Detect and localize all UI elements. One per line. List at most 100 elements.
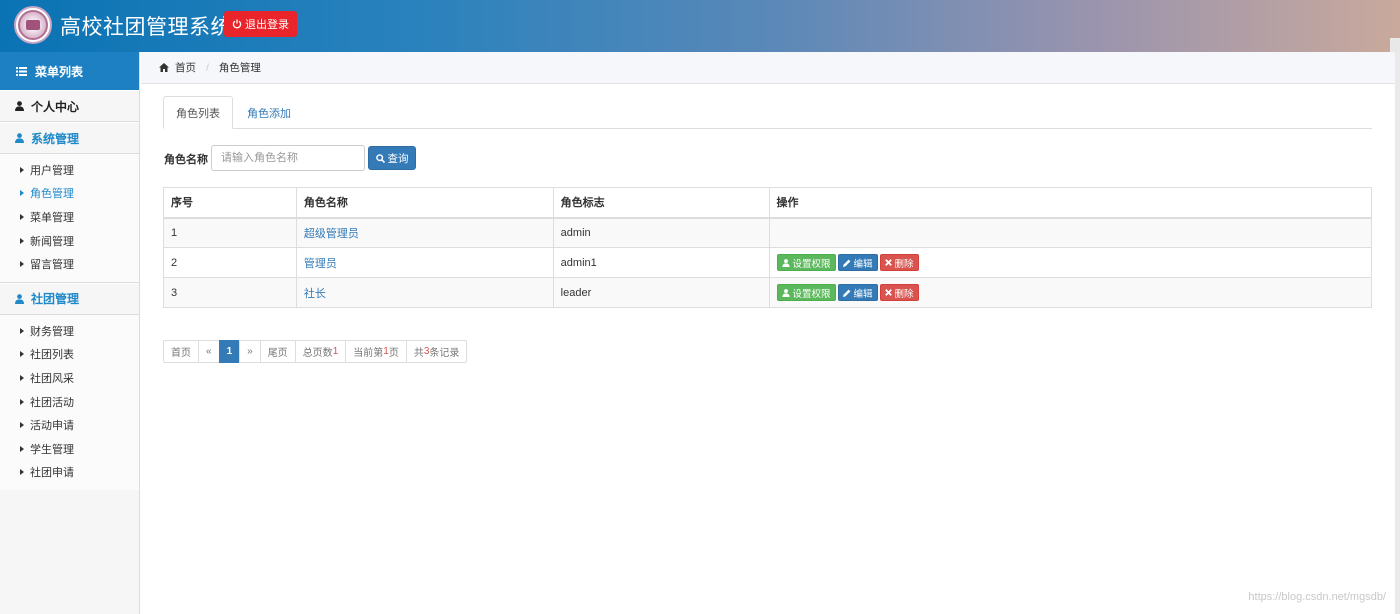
search-button-label: 查询 <box>387 152 409 165</box>
sidebar-heading: 菜单列表 <box>0 52 139 90</box>
sidebar-section-system[interactable]: 系统管理 <box>0 122 139 154</box>
user-icon <box>15 133 24 143</box>
user-icon <box>781 288 790 297</box>
breadcrumb-home[interactable]: 首页 <box>175 60 196 75</box>
sidebar-item-personal-center[interactable]: 个人中心 <box>0 90 139 122</box>
search-icon <box>375 153 385 163</box>
search-label: 角色名称 <box>164 154 208 166</box>
total-records-suffix: 条记录 <box>429 348 460 359</box>
sidebar-item-club-list[interactable]: 社团列表 <box>0 343 139 367</box>
edit-button[interactable]: 编辑 <box>837 284 878 301</box>
sidebar-item-label: 活动申请 <box>30 420 74 433</box>
close-icon <box>884 289 892 296</box>
pagination: 首页 « 1 » 尾页 总页数 1 当前第 1 页 共 3 条记录 <box>163 340 468 363</box>
sidebar-item-activity-apply[interactable]: 活动申请 <box>0 413 139 437</box>
school-logo <box>14 6 52 44</box>
sidebar: 菜单列表 个人中心 系统管理 用户管理 角色管理 菜单管理 新闻管理 留言管理 … <box>0 52 140 614</box>
column-header-role-flag: 角色标志 <box>552 187 770 219</box>
table-row: 3 社长 leader 设置权限 编辑 删除 <box>163 277 1373 308</box>
sidebar-item-club-apply[interactable]: 社团申请 <box>0 461 139 485</box>
cell-role-name: 超级管理员 <box>295 217 554 248</box>
caret-right-icon <box>20 166 24 173</box>
caret-right-icon <box>20 213 24 220</box>
sidebar-submenu-system: 用户管理 角色管理 菜单管理 新闻管理 留言管理 <box>0 154 139 283</box>
page-number-button[interactable]: 1 <box>218 340 241 363</box>
user-icon <box>15 294 24 304</box>
logout-button[interactable]: 退出登录 <box>224 11 297 37</box>
cell-index: 2 <box>163 247 297 278</box>
sidebar-item-message-mgmt[interactable]: 留言管理 <box>0 252 139 276</box>
caret-right-icon <box>20 445 24 452</box>
sidebar-item-finance[interactable]: 财务管理 <box>0 319 139 343</box>
caret-right-icon <box>20 422 24 429</box>
sidebar-item-club-activities[interactable]: 社团活动 <box>0 390 139 414</box>
cell-index: 1 <box>163 217 297 248</box>
set-permission-button[interactable]: 设置权限 <box>776 254 836 271</box>
caret-right-icon <box>20 261 24 268</box>
page-last-button[interactable]: 尾页 <box>259 340 296 363</box>
sidebar-item-label: 社团风采 <box>30 372 74 385</box>
watermark: https://blog.csdn.net/mgsdb/ <box>1248 591 1386 603</box>
cell-role-flag: admin1 <box>552 247 770 278</box>
caret-right-icon <box>20 469 24 476</box>
page-next-button[interactable]: » <box>239 340 261 363</box>
sidebar-item-label: 社团列表 <box>30 349 74 362</box>
tab-bar: 角色列表 角色添加 <box>163 96 1372 129</box>
button-label: 设置权限 <box>792 288 831 300</box>
power-icon <box>232 19 242 29</box>
breadcrumb-separator: / <box>206 61 209 74</box>
tab-role-list[interactable]: 角色列表 <box>163 96 233 129</box>
sidebar-item-label: 社团申请 <box>30 467 74 480</box>
cell-role-name: 社长 <box>295 277 554 308</box>
role-name-link[interactable]: 管理员 <box>304 258 337 270</box>
sidebar-item-user-mgmt[interactable]: 用户管理 <box>0 158 139 182</box>
cell-role-name: 管理员 <box>295 247 554 278</box>
search-button[interactable]: 查询 <box>368 146 416 170</box>
sidebar-section-label: 系统管理 <box>31 131 80 146</box>
page-first-button[interactable]: 首页 <box>163 340 199 363</box>
button-label: 编辑 <box>853 258 873 270</box>
sidebar-item-label: 财务管理 <box>30 325 74 338</box>
sidebar-item-students[interactable]: 学生管理 <box>0 437 139 461</box>
delete-button[interactable]: 删除 <box>879 254 919 271</box>
caret-right-icon <box>20 351 24 358</box>
sidebar-section-label: 社团管理 <box>31 292 80 307</box>
table-row: 1 超级管理员 admin <box>163 217 1373 248</box>
set-permission-button[interactable]: 设置权限 <box>776 284 836 301</box>
role-name-link[interactable]: 社长 <box>304 288 326 300</box>
delete-button[interactable]: 删除 <box>879 284 919 301</box>
role-name-search-input[interactable] <box>211 145 365 171</box>
column-header-role-name: 角色名称 <box>295 187 554 219</box>
table-header-row: 序号 角色名称 角色标志 操作 <box>163 187 1373 219</box>
home-icon <box>159 63 169 72</box>
sidebar-item-label: 菜单管理 <box>30 211 74 224</box>
total-pages-value: 1 <box>332 346 339 357</box>
cell-role-flag: leader <box>552 277 770 308</box>
vertical-scrollbar[interactable] <box>1395 52 1400 614</box>
app-title: 高校社团管理系统 <box>60 16 232 39</box>
sidebar-item-club-showcase[interactable]: 社团风采 <box>0 366 139 390</box>
sidebar-item-label: 留言管理 <box>30 259 74 272</box>
cell-role-flag: admin <box>552 217 770 248</box>
cell-actions: 设置权限 编辑 删除 <box>768 277 1373 308</box>
caret-right-icon <box>20 374 24 381</box>
page-prev-button[interactable]: « <box>198 340 220 363</box>
user-icon <box>781 258 790 267</box>
sidebar-submenu-club: 财务管理 社团列表 社团风采 社团活动 活动申请 学生管理 社团申请 <box>0 314 139 491</box>
sidebar-item-news-mgmt[interactable]: 新闻管理 <box>0 229 139 253</box>
tab-role-add[interactable]: 角色添加 <box>235 96 303 129</box>
role-name-link[interactable]: 超级管理员 <box>304 228 359 240</box>
current-page-suffix: 页 <box>388 348 399 359</box>
sidebar-item-role-mgmt[interactable]: 角色管理 <box>0 182 139 206</box>
logout-label: 退出登录 <box>245 19 289 31</box>
sidebar-section-club[interactable]: 社团管理 <box>0 282 139 315</box>
edit-button[interactable]: 编辑 <box>837 254 878 271</box>
sidebar-item-menu-mgmt[interactable]: 菜单管理 <box>0 205 139 229</box>
button-label: 删除 <box>894 288 914 300</box>
sidebar-item-label: 个人中心 <box>31 99 80 114</box>
scrollbar-corner <box>1390 38 1400 52</box>
cell-index: 3 <box>163 277 297 308</box>
caret-right-icon <box>20 237 24 244</box>
current-page-info: 当前第 1 页 <box>345 340 407 363</box>
user-icon <box>15 101 24 111</box>
